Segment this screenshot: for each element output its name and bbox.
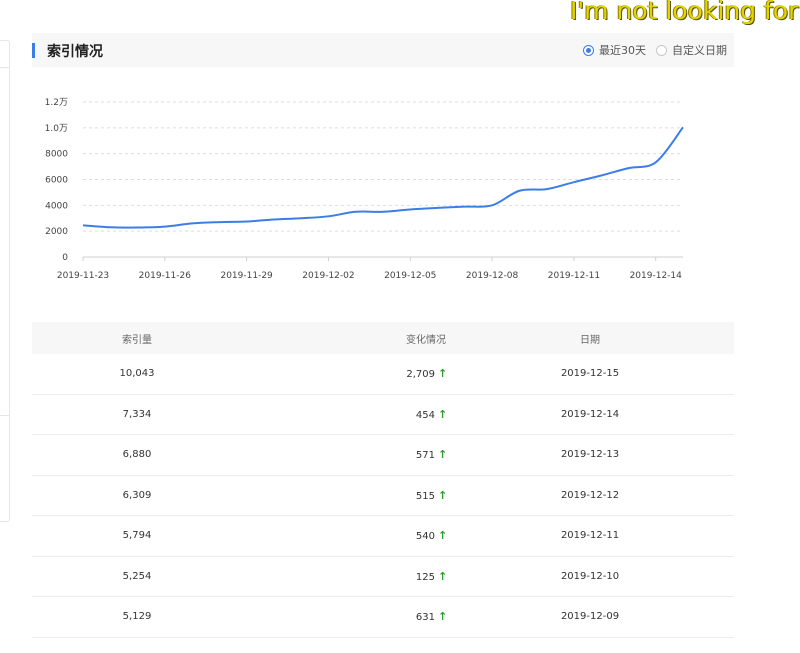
change-cell: 2,709 ↑	[242, 367, 448, 381]
side-panel-card	[0, 40, 10, 522]
radio-selected-icon	[583, 44, 594, 56]
date-cell: 2019-12-12	[560, 489, 620, 501]
date-cell: 2019-12-09	[560, 611, 620, 623]
overlay-caption: I'm not looking for	[570, 0, 799, 25]
y-tick-label: 8000	[45, 150, 68, 160]
change-cell: 571 ↑	[242, 448, 448, 462]
change-cell: 454 ↑	[242, 407, 448, 421]
table-row: 6,309 515 ↑ 2019-12-12	[32, 476, 734, 516]
index-count-cell: 10,043	[119, 368, 155, 380]
date-cell: 2019-12-15	[560, 368, 620, 380]
change-value: 571	[415, 450, 435, 462]
column-header-count: 索引量	[122, 334, 152, 346]
index-panel-header: 索引情况 最近30天 自定义日期	[32, 33, 734, 67]
arrow-up-icon: ↑	[438, 529, 448, 543]
arrow-up-icon: ↑	[438, 569, 448, 583]
x-tick-label: 2019-11-29	[220, 271, 273, 281]
table-row: 6,880 571 ↑ 2019-12-13	[32, 435, 734, 476]
column-header-change: 变化情况	[406, 334, 446, 346]
arrow-up-icon: ↑	[438, 407, 448, 421]
date-cell: 2019-12-10	[560, 570, 620, 582]
radio-custom-label: 自定义日期	[672, 44, 727, 57]
title-accent-bar	[32, 43, 35, 58]
page-title: 索引情况	[47, 44, 103, 60]
table-row: 10,043 2,709 ↑ 2019-12-15	[32, 354, 734, 395]
index-count-cell: 5,129	[122, 611, 152, 623]
table-row: 7,334 454 ↑ 2019-12-14	[32, 395, 734, 435]
change-value: 631	[415, 612, 435, 624]
radio-unselected-icon	[656, 44, 667, 56]
arrow-up-icon: ↑	[438, 610, 448, 624]
index-line-chart: 0 2000 4000 6000 8000 1.0万 1.2万 2019-11-23 2019-…	[45, 98, 684, 281]
arrow-up-icon: ↑	[438, 488, 448, 502]
change-value: 515	[415, 490, 435, 502]
table-row: 5,794 540 ↑ 2019-12-11	[32, 516, 734, 557]
radio-custom-date[interactable]: 自定义日期	[656, 43, 727, 57]
x-tick-label: 2019-11-23	[57, 271, 109, 281]
change-cell: 125 ↑	[242, 569, 448, 583]
y-tick-label: 1.0万	[45, 124, 68, 134]
index-series-line	[82, 126, 684, 229]
radio-recent-label: 最近30天	[599, 44, 646, 57]
table-header: 索引量 变化情况 日期	[32, 322, 734, 354]
date-cell: 2019-12-11	[560, 530, 620, 542]
x-tick-label: 2019-12-11	[548, 271, 600, 281]
x-tick-label: 2019-12-02	[302, 271, 354, 281]
date-cell: 2019-12-13	[560, 449, 620, 461]
index-count-cell: 5,254	[122, 570, 152, 582]
index-count-cell: 6,309	[122, 489, 152, 501]
change-cell: 515 ↑	[242, 488, 448, 502]
change-cell: 631 ↑	[242, 610, 448, 624]
index-table: 索引量 变化情况 日期 10,043 2,709 ↑ 2019-12-15 7,334 4…	[32, 322, 734, 638]
change-value: 454	[415, 409, 435, 421]
x-tick-label: 2019-12-14	[630, 271, 683, 281]
radio-recent-30-days[interactable]: 最近30天	[583, 43, 646, 57]
date-cell: 2019-12-14	[560, 408, 620, 420]
change-value: 2,709	[406, 369, 435, 381]
x-tick-label: 2019-12-08	[466, 271, 519, 281]
y-tick-label: 4000	[45, 201, 68, 211]
arrow-up-icon: ↑	[438, 448, 448, 462]
change-value: 540	[415, 531, 435, 543]
side-panel-divider	[0, 67, 9, 68]
table-body: 10,043 2,709 ↑ 2019-12-15 7,334 454 ↑ 2019-12-1…	[32, 354, 734, 638]
y-tick-label: 6000	[45, 176, 68, 186]
index-count-cell: 5,794	[122, 530, 152, 542]
table-row: 5,129 631 ↑ 2019-12-09	[32, 597, 734, 638]
index-count-cell: 7,334	[122, 408, 152, 420]
x-tick-label: 2019-11-26	[139, 271, 192, 281]
side-panel-divider	[0, 415, 9, 416]
y-tick-label: 1.2万	[45, 98, 68, 108]
index-count-cell: 6,880	[122, 449, 152, 461]
change-cell: 540 ↑	[242, 529, 448, 543]
change-value: 125	[415, 571, 435, 583]
table-row: 5,254 125 ↑ 2019-12-10	[32, 557, 734, 597]
y-tick-label: 0	[62, 253, 68, 263]
arrow-up-icon: ↑	[438, 367, 448, 381]
y-tick-label: 2000	[45, 227, 68, 237]
x-tick-label: 2019-12-05	[384, 271, 436, 281]
column-header-date: 日期	[580, 334, 600, 346]
